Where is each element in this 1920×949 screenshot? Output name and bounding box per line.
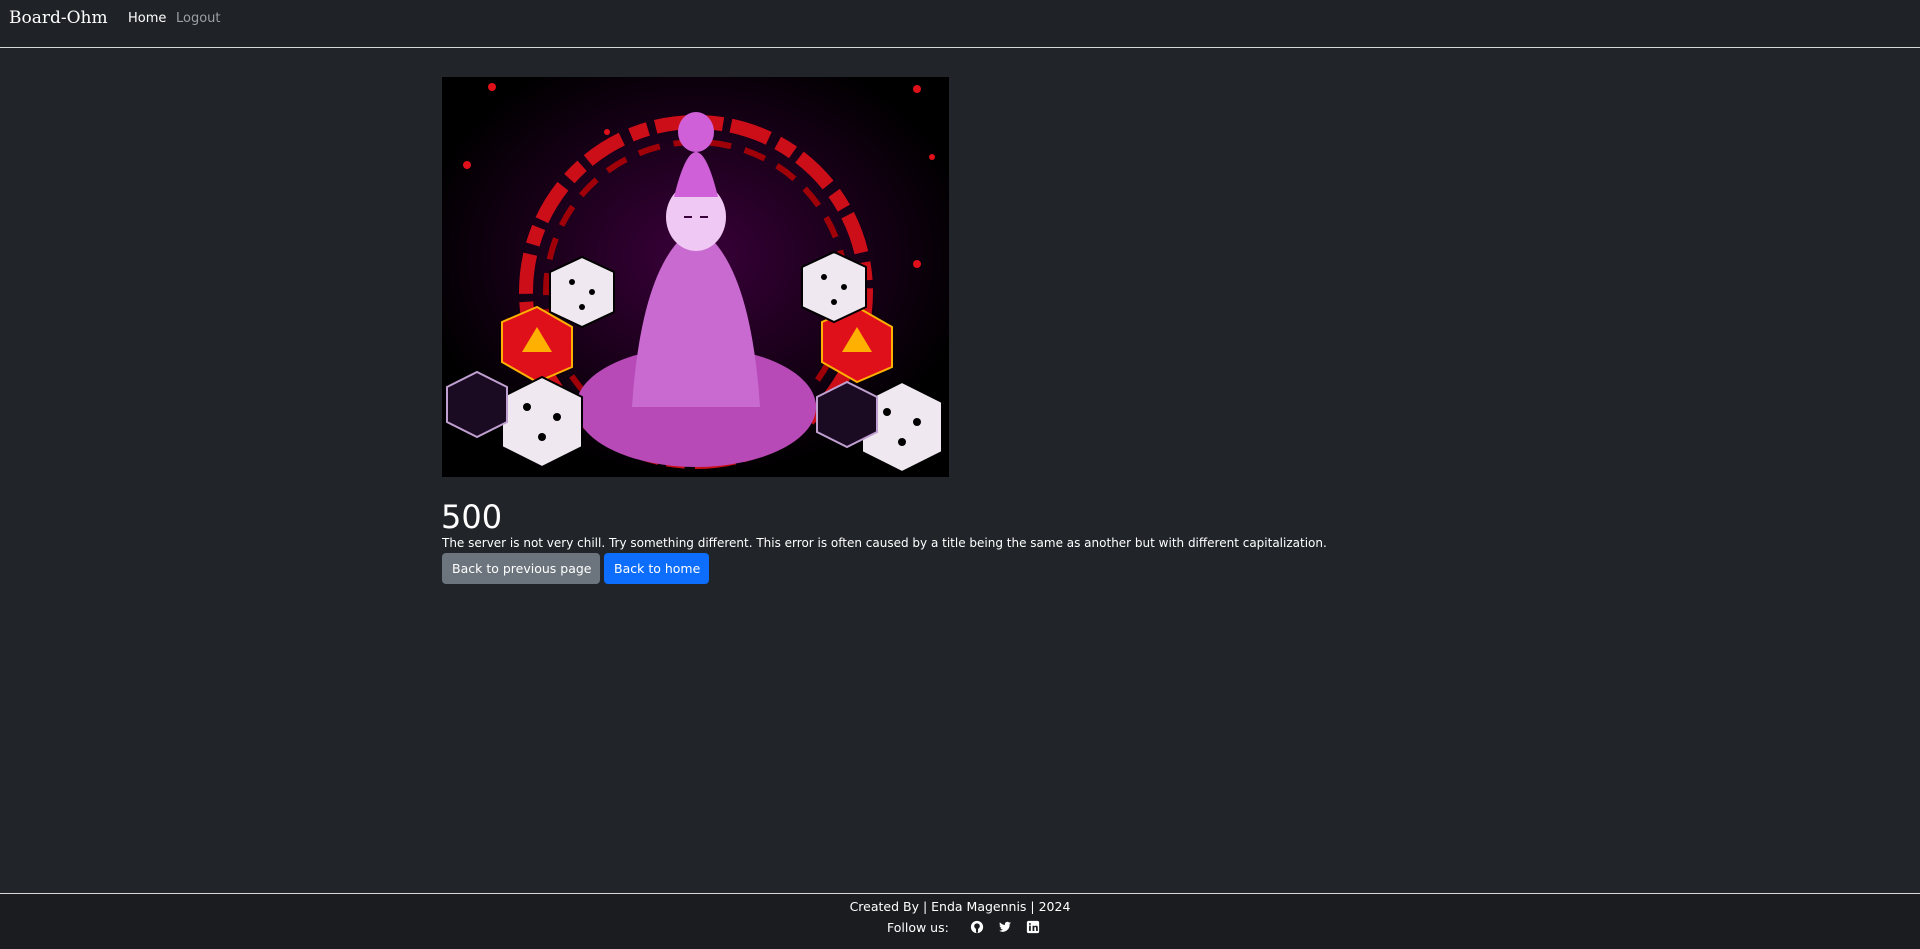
follow-us-label: Follow us: bbox=[887, 919, 949, 935]
nav-logout-link[interactable]: Logout bbox=[176, 11, 221, 26]
error-code: 500 bbox=[441, 498, 503, 537]
navbar: Board-Ohm Home Logout bbox=[0, 0, 1920, 48]
nav-home-link[interactable]: Home bbox=[128, 11, 166, 26]
footer: Created By | Enda Magennis | 2024 Follow… bbox=[0, 893, 1920, 949]
linkedin-icon[interactable] bbox=[1025, 919, 1041, 935]
github-icon[interactable] bbox=[969, 919, 985, 935]
twitter-icon[interactable] bbox=[997, 919, 1013, 935]
error-illustration bbox=[442, 77, 949, 477]
meditating-figure-dice-image bbox=[442, 77, 949, 477]
back-to-previous-button[interactable]: Back to previous page bbox=[442, 553, 600, 584]
follow-us-row: Follow us: bbox=[887, 918, 1053, 936]
error-message: The server is not very chill. Try someth… bbox=[442, 536, 1327, 550]
back-to-home-button[interactable]: Back to home bbox=[604, 553, 709, 584]
brand-logo[interactable]: Board-Ohm bbox=[9, 8, 108, 28]
footer-credit: Created By | Enda Magennis | 2024 bbox=[849, 899, 1071, 914]
